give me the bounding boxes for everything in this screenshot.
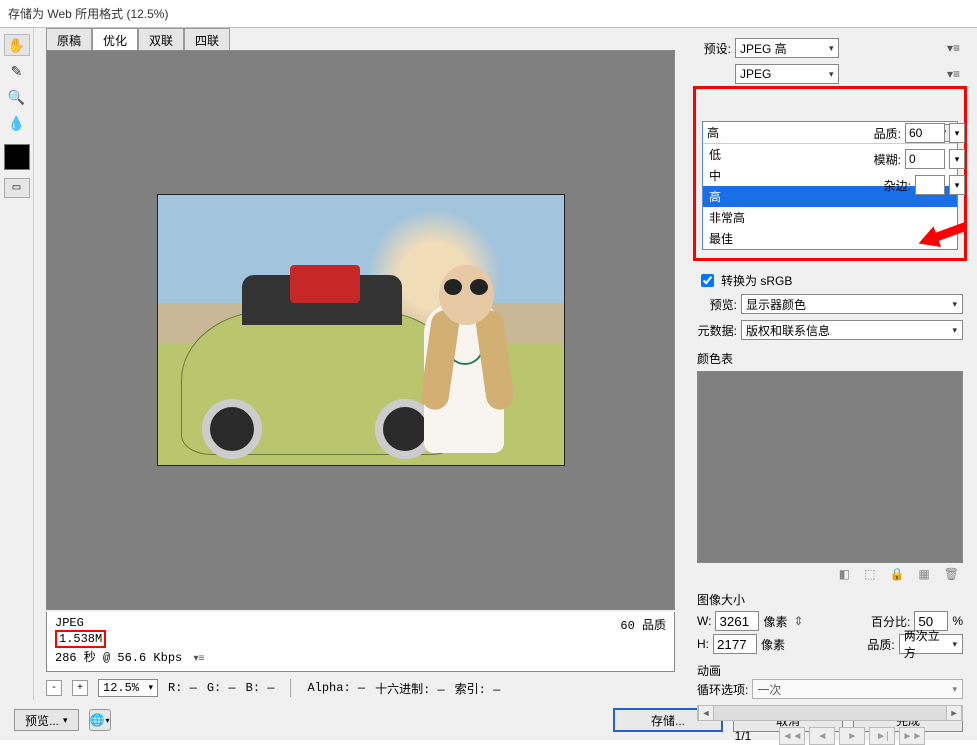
preview-profile-label: 预览: [697,296,737,313]
tab-4up[interactable]: 四联 [184,28,230,51]
readout-alpha: Alpha: — [307,681,365,695]
bandwidth-menu-icon[interactable]: ▾≡ [193,654,204,665]
metadata-select[interactable]: 版权和联系信息▾ [741,320,963,340]
info-quality: 60 品质 [620,616,666,633]
image-size-title: 图像大小 [697,591,963,608]
foreground-swatch[interactable] [4,144,30,170]
quality-number-input[interactable]: 60 [905,123,945,143]
anim-page: 1/1 [735,729,752,743]
ct-map-icon[interactable]: ⬚ [864,567,875,581]
convert-srgb-label: 转换为 sRGB [721,272,792,289]
browser-select-button[interactable]: 🌐▾ [89,709,111,731]
colortable-toolbar: ◧ ⬚ 🔒 ▦ 🗑 [697,567,963,581]
image-size-section: 图像大小 W: 像素 ⇕ 百分比: % H: 像素 品质: 两次立方▾ [697,591,963,654]
matte-picker[interactable]: ▾ [949,175,965,195]
matte-label: 杂边: [884,177,911,194]
slice-select-tool[interactable]: ✎ [4,60,30,82]
preview-in-browser-button[interactable]: 预览...▾ [14,709,79,731]
ct-trash-icon[interactable]: 🗑 [944,567,959,581]
zoom-out-button[interactable]: - [46,680,62,696]
readout-b: B: — [246,681,275,695]
zoom-tool[interactable]: 🔍 [4,86,30,108]
readout-g: G: — [207,681,236,695]
animation-title: 动画 [697,662,963,679]
info-filesize: 1.538M [55,630,106,648]
preset-select[interactable]: JPEG 高▾ [735,38,839,58]
zoom-in-button[interactable]: + [72,680,88,696]
prev-frame-button[interactable]: ◄ [809,727,835,745]
metadata-label: 元数据: [697,322,737,339]
eyedropper-tool[interactable]: 💧 [4,112,30,134]
status-bar: - + 12.5%▾ R: — G: — B: — Alpha: — 十六进制:… [46,676,675,700]
height-unit: 像素 [761,636,785,653]
quality-number-label: 品质: [874,125,901,142]
window-title: 存储为 Web 所用格式 (12.5%) [0,0,977,28]
settings-panel: 预设: JPEG 高▾ ▾≡ JPEG▾ ▾≡ 高 ▾ 低 中 高 非常高 [687,28,977,700]
ct-snap-icon[interactable]: ◧ [839,567,850,581]
readout-hex: 十六进制: — [375,680,445,697]
format-select[interactable]: JPEG▾ [735,64,839,84]
ct-lock-icon[interactable]: 🔒 [889,567,904,581]
tab-optimized[interactable]: 优化 [92,28,138,51]
ct-new-icon[interactable]: ▦ [918,567,929,581]
loop-label: 循环选项: [697,681,748,698]
preview-canvas[interactable] [46,50,675,610]
quality-stepper[interactable]: ▾ [949,123,965,143]
link-icon[interactable]: ⇕ [791,614,805,628]
blur-input[interactable]: 0 [905,149,945,169]
zoom-select[interactable]: 12.5%▾ [98,679,158,697]
preview-column: 原稿 优化 双联 四联 JPEG 1.538M 286 秒 @ 56.6 Kbp… [34,28,687,700]
play-button[interactable]: ► [839,727,865,745]
convert-srgb-checkbox[interactable] [701,274,714,287]
info-format: JPEG [55,616,666,630]
width-label: W: [697,614,711,628]
blur-stepper[interactable]: ▾ [949,149,965,169]
scroll-left-icon[interactable]: ◄ [698,706,714,720]
width-input[interactable] [715,611,759,631]
tool-strip: ✋ ✎ 🔍 💧 ▭ [0,28,34,700]
height-input[interactable] [713,634,757,654]
scroll-right-icon[interactable]: ► [946,706,962,720]
hand-tool[interactable]: ✋ [4,34,30,56]
preview-tabs: 原稿 优化 双联 四联 [34,28,687,50]
preview-image [157,194,565,466]
quality-option-very-high[interactable]: 非常高 [703,207,957,228]
preset-label: 预设: [697,40,731,57]
readout-r: R: — [168,681,197,695]
optimize-flyout-icon[interactable]: ▾≡ [944,67,963,81]
readout-index: 索引: — [455,680,501,697]
preview-profile-select[interactable]: 显示器颜色▾ [741,294,963,314]
loop-select[interactable]: 一次▾ [752,679,963,699]
tab-original[interactable]: 原稿 [46,28,92,51]
quality-option-maximum[interactable]: 最佳 [703,228,957,249]
highlight-quality-dropdown: 高 ▾ 低 中 高 非常高 最佳 品质: 60 ▾ 模糊: [693,86,967,261]
optimize-info: JPEG 1.538M 286 秒 @ 56.6 Kbps ▾≡ 60 品质 [46,612,675,672]
width-unit: 像素 [763,613,787,630]
colortable-title: 颜色表 [697,350,963,367]
color-table[interactable] [697,371,963,563]
preset-flyout-icon[interactable]: ▾≡ [944,41,963,55]
matte-swatch[interactable] [915,175,945,195]
next-frame-button[interactable]: ►| [869,727,895,745]
blur-label: 模糊: [874,151,901,168]
resample-label: 品质: [867,636,894,653]
last-frame-button[interactable]: ►► [899,727,925,745]
percent-suffix: % [952,614,963,628]
anim-scrollbar[interactable]: ◄ ► [697,705,963,721]
quality-preset-current: 高 [707,124,719,141]
main-area: ✋ ✎ 🔍 💧 ▭ 原稿 优化 双联 四联 JPEG 1.538M [0,28,977,700]
first-frame-button[interactable]: ◄◄ [779,727,805,745]
tab-2up[interactable]: 双联 [138,28,184,51]
height-label: H: [697,637,709,651]
toggle-slices-button[interactable]: ▭ [4,178,30,198]
resample-select[interactable]: 两次立方▾ [899,634,963,654]
animation-section: 动画 循环选项: 一次▾ ◄ ► 1/1 ◄◄ ◄ ► ►| ►► [697,662,963,745]
info-download-time: 286 秒 @ 56.6 Kbps [55,651,182,665]
